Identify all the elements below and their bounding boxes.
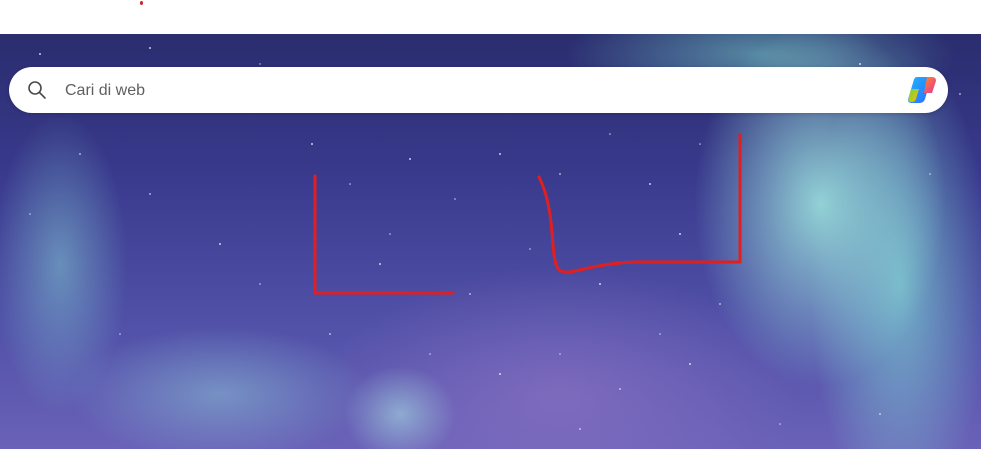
red-dot-mark xyxy=(140,1,143,5)
search-input[interactable] xyxy=(63,67,887,115)
top-strip xyxy=(0,0,981,34)
search-icon[interactable] xyxy=(27,80,47,100)
copilot-icon[interactable] xyxy=(907,75,939,105)
search-bar[interactable] xyxy=(9,67,948,115)
